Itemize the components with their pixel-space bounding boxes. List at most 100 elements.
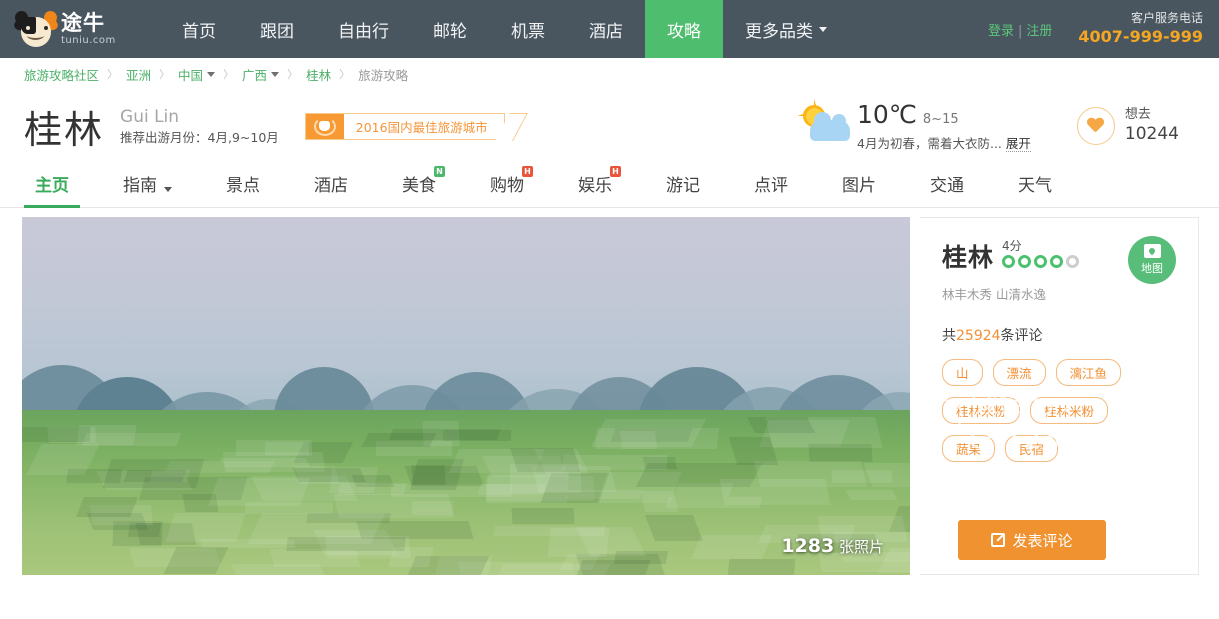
- breadcrumb-item-4[interactable]: 桂林: [306, 65, 331, 84]
- map-button[interactable]: 地图: [1128, 236, 1176, 284]
- breadcrumb-item-2[interactable]: 中国: [178, 65, 203, 84]
- paddy-cell: [76, 496, 138, 517]
- paddy-cell: [230, 563, 327, 575]
- rating-dot: [1018, 255, 1032, 269]
- tag-item[interactable]: 山: [942, 359, 983, 386]
- cow-logo-icon: [12, 8, 60, 49]
- tab-label: 指南: [123, 176, 157, 196]
- tab-5[interactable]: 购物 H: [463, 166, 551, 207]
- nav-item-0[interactable]: 首页: [160, 0, 238, 58]
- nav-item-label: 攻略: [667, 21, 701, 42]
- breadcrumb-separator: 〉: [339, 68, 351, 81]
- award-label: 2016国内最佳旅游城市: [355, 119, 488, 135]
- wish-to-go-widget[interactable]: 想去 10244: [1076, 106, 1179, 146]
- tab-4[interactable]: 美食 N: [375, 166, 463, 207]
- nav-item-2[interactable]: 自由行: [316, 0, 411, 58]
- paddy-cell: [411, 464, 446, 485]
- photo-count-unit: 张照片: [834, 538, 884, 556]
- tab-8[interactable]: 点评: [727, 171, 815, 207]
- service-phone: 4007-999-999: [1078, 27, 1203, 47]
- breadcrumb-label: 旅游攻略社区: [24, 67, 100, 83]
- rating: 4分: [1002, 239, 1082, 269]
- tab-0[interactable]: 主页: [8, 171, 96, 208]
- top-navigation-bar: 途牛 tuniu.com 首页 跟团 自由行 邮轮 机票 酒店 攻略 更多品类 登录 | 注册 客…: [0, 0, 1219, 58]
- best-months-text: 推荐出游月份：4月,9~10月: [120, 130, 279, 146]
- rating-dots: [1002, 255, 1082, 269]
- chevron-down-icon[interactable]: [207, 71, 216, 77]
- weather-temperature: 10℃: [857, 100, 917, 130]
- nav-item-label: 邮轮: [433, 21, 467, 42]
- tab-badge: H: [610, 166, 621, 177]
- breadcrumb-label: 亚洲: [126, 67, 152, 83]
- site-logo[interactable]: 途牛 tuniu.com: [12, 8, 132, 49]
- logo-text-cn: 途牛: [61, 10, 105, 35]
- breadcrumb-item-0[interactable]: 旅游攻略社区: [24, 65, 99, 84]
- tab-11[interactable]: 天气: [991, 171, 1079, 207]
- tag-item[interactable]: 桂林米粉: [942, 397, 1021, 424]
- nav-item-6[interactable]: 攻略: [645, 0, 723, 58]
- tag-item[interactable]: 桂林米粉: [1030, 397, 1109, 424]
- wish-button[interactable]: [1076, 106, 1115, 145]
- heart-icon: [1087, 118, 1104, 133]
- page-title: 桂林: [24, 107, 105, 152]
- auth-separator: |: [1017, 23, 1023, 39]
- chevron-down-icon: [164, 187, 172, 192]
- tab-3[interactable]: 酒店: [287, 171, 375, 207]
- nav-item-4[interactable]: 机票: [489, 0, 567, 58]
- paddy-cell: [509, 463, 581, 493]
- nav-item-label: 机票: [511, 21, 545, 42]
- paddy-cell: [22, 427, 91, 443]
- city-tagline: 林丰木秀 山清水逸: [942, 287, 1046, 302]
- hero-photo[interactable]: 1283 张照片: [22, 217, 910, 575]
- weather-widget[interactable]: 10℃ 8~15 4月为初春，需着大衣防... 展开: [797, 97, 1031, 154]
- nav-item-5[interactable]: 酒店: [567, 0, 645, 58]
- tag-item[interactable]: 漓江鱼: [1055, 359, 1122, 386]
- nav-item-label: 跟团: [260, 21, 294, 42]
- photo-count-badge: 1283 张照片: [781, 535, 884, 557]
- breadcrumb-label: 桂林: [306, 67, 332, 83]
- tab-badge: H: [522, 166, 533, 177]
- paddy-cell: [575, 560, 651, 575]
- section-tabs: 主页 指南 景点 酒店 美食 N 购物 H 娱乐 H 游记 点评 图片 交通 天气: [0, 160, 1219, 208]
- customer-service: 客户服务电话 4007-999-999: [1078, 10, 1203, 48]
- breadcrumb-item-3[interactable]: 广西: [242, 65, 267, 84]
- nav-item-7[interactable]: 更多品类: [723, 0, 849, 58]
- breadcrumb-separator: 〉: [223, 68, 235, 81]
- paddy-cell: [164, 513, 246, 543]
- tab-2[interactable]: 景点: [199, 171, 287, 207]
- tab-10[interactable]: 交通: [903, 171, 991, 207]
- tab-7[interactable]: 游记: [639, 171, 727, 207]
- tab-6[interactable]: 娱乐 H: [551, 166, 639, 207]
- main-content: 1283 张照片 桂林 4分 地图 林丰木秀 山清水逸 共25924条评论 山漂…: [0, 208, 1219, 575]
- tag-item[interactable]: 蔬果: [942, 435, 996, 462]
- nav-item-label: 更多品类: [745, 21, 813, 42]
- map-pin-icon: [1143, 244, 1161, 258]
- breadcrumb-separator: 〉: [107, 68, 119, 81]
- register-link[interactable]: 注册: [1026, 24, 1052, 39]
- login-link[interactable]: 登录: [988, 24, 1014, 39]
- paddy-cell: [747, 417, 816, 434]
- paddy-cell: [123, 469, 186, 482]
- tab-1[interactable]: 指南: [96, 171, 199, 207]
- chevron-down-icon[interactable]: [271, 71, 280, 77]
- post-comment-button[interactable]: 发表评论: [958, 520, 1106, 560]
- paddy-cell: [511, 508, 574, 525]
- tab-9[interactable]: 图片: [815, 171, 903, 207]
- sun-cloud-icon: [797, 103, 853, 149]
- tag-item[interactable]: 漂流: [992, 359, 1046, 386]
- panel-city-name: 桂林: [942, 243, 995, 272]
- breadcrumb-item-1[interactable]: 亚洲: [126, 65, 151, 84]
- weather-expand-link[interactable]: 展开: [1005, 136, 1031, 153]
- rating-dot: [1050, 255, 1064, 269]
- tab-label: 图片: [842, 176, 876, 196]
- paddy-cell: [388, 429, 502, 440]
- comment-count: 25924: [956, 328, 1001, 344]
- nav-item-label: 首页: [182, 21, 216, 42]
- tag-item[interactable]: 民宿: [1005, 435, 1059, 462]
- city-name-en: Gui Lin: [120, 106, 180, 127]
- nav-item-1[interactable]: 跟团: [238, 0, 316, 58]
- award-badge[interactable]: 2016国内最佳旅游城市: [304, 112, 505, 140]
- paddy-cell: [729, 437, 779, 465]
- paddy-cell: [720, 479, 832, 505]
- nav-item-3[interactable]: 邮轮: [411, 0, 489, 58]
